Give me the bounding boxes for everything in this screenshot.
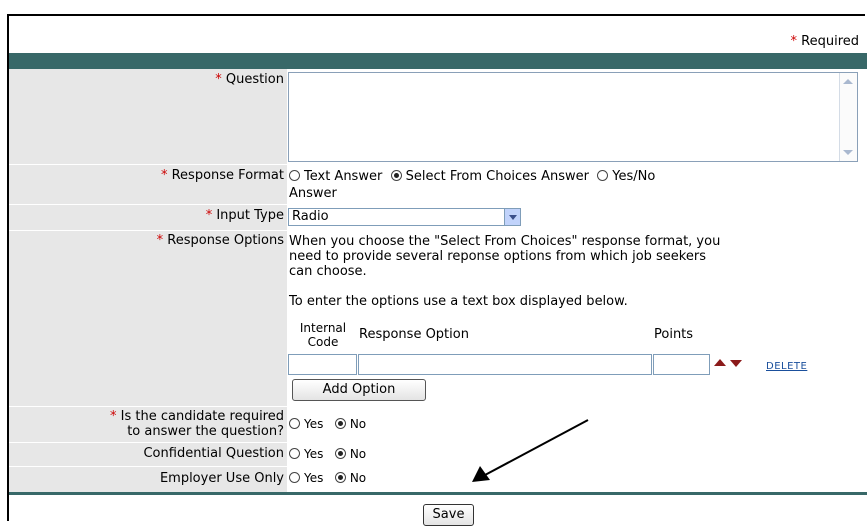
pointer-arrow-annotation [472,419,589,482]
